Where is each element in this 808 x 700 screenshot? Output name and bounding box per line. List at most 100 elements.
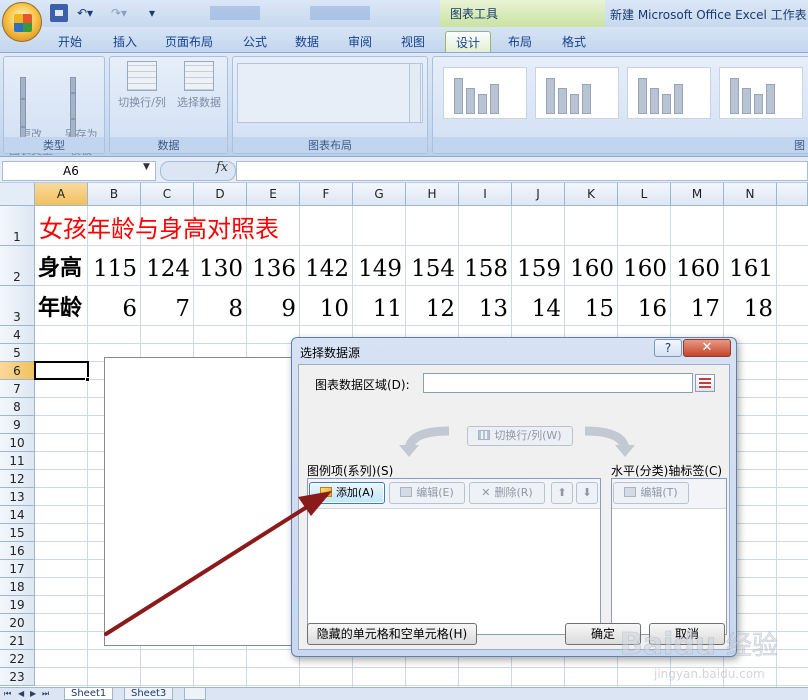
age-value-cell[interactable]: 7 (141, 296, 194, 322)
row-header-12[interactable]: 12 (0, 470, 35, 488)
tab-home[interactable]: 开始 (48, 31, 92, 52)
age-value-cell[interactable]: 10 (300, 296, 353, 322)
age-value-cell[interactable]: 8 (194, 296, 247, 322)
change-chart-type-button[interactable]: 更改 图表类型 (6, 61, 56, 157)
name-box-dropdown-icon[interactable]: ▼ (143, 162, 150, 172)
help-button[interactable]: ? (654, 339, 682, 357)
row-header-7[interactable]: 7 (0, 380, 35, 398)
move-down-icon[interactable]: ⬇ (576, 482, 598, 504)
sheet-tab-sheet3[interactable]: Sheet3 (124, 688, 174, 700)
row-header-6[interactable]: 6 (0, 362, 35, 380)
chart-layout-gallery-scroll[interactable] (409, 63, 421, 123)
row-header-4[interactable]: 4 (0, 326, 35, 344)
sheet-tab-sheet1[interactable]: Sheet1 (64, 688, 114, 700)
age-value-cell[interactable]: 13 (459, 296, 512, 322)
age-value-cell[interactable]: 17 (671, 296, 724, 322)
height-value-cell[interactable]: 159 (512, 256, 565, 282)
row-header-8[interactable]: 8 (0, 398, 35, 416)
height-value-cell[interactable]: 124 (141, 256, 194, 282)
tab-view[interactable]: 视图 (391, 31, 435, 52)
row-header-10[interactable]: 10 (0, 434, 35, 452)
age-value-cell[interactable]: 18 (724, 296, 777, 322)
switch-row-column-dialog-button[interactable]: 切换行/列(W) (467, 426, 573, 446)
height-value-cell[interactable]: 130 (194, 256, 247, 282)
column-header-d[interactable]: D (194, 183, 247, 206)
column-header-l[interactable]: L (618, 183, 671, 206)
save-icon[interactable] (50, 4, 68, 22)
chart-style-thumb[interactable] (535, 67, 619, 119)
add-series-button[interactable]: 添加(A) (309, 482, 385, 504)
select-data-button[interactable]: 选择数据 (172, 61, 226, 127)
close-button[interactable]: ✕ (683, 339, 731, 357)
select-all-corner[interactable] (0, 183, 35, 206)
height-value-cell[interactable]: 149 (353, 256, 406, 282)
row-header-19[interactable]: 19 (0, 596, 35, 614)
column-header-e[interactable]: E (247, 183, 300, 206)
column-header-f[interactable]: F (300, 183, 353, 206)
column-header-c[interactable]: C (141, 183, 194, 206)
row-header-23[interactable]: 23 (0, 668, 35, 686)
tab-review[interactable]: 审阅 (338, 31, 382, 52)
height-value-cell[interactable]: 161 (724, 256, 777, 282)
row-header-17[interactable]: 17 (0, 560, 35, 578)
redo-icon[interactable]: ↷▾ (106, 4, 132, 22)
tab-layout[interactable]: 布局 (498, 31, 542, 52)
edit-axis-labels-button[interactable]: 编辑(T) (613, 482, 689, 504)
age-value-cell[interactable]: 6 (88, 296, 141, 322)
height-value-cell[interactable]: 142 (300, 256, 353, 282)
insert-sheet-icon[interactable] (184, 688, 206, 700)
age-value-cell[interactable]: 11 (353, 296, 406, 322)
tab-insert[interactable]: 插入 (103, 31, 147, 52)
prev-sheet-icon[interactable]: ◀ (18, 689, 24, 698)
column-header-g[interactable]: G (353, 183, 406, 206)
height-row-label[interactable]: 身高 (38, 256, 91, 282)
customize-qat-icon[interactable]: ▾ (145, 4, 159, 22)
height-value-cell[interactable]: 136 (247, 256, 300, 282)
row-header-2[interactable]: 2 (0, 246, 35, 286)
fill-handle[interactable] (85, 377, 90, 382)
tab-design[interactable]: 设计 (445, 31, 491, 52)
chart-style-thumb[interactable] (627, 67, 711, 119)
row-header-14[interactable]: 14 (0, 506, 35, 524)
age-value-cell[interactable]: 15 (565, 296, 618, 322)
column-header-i[interactable]: I (459, 183, 512, 206)
formula-input[interactable] (236, 161, 808, 181)
undo-icon[interactable]: ↶▾ (72, 4, 98, 22)
row-header-1[interactable]: 1 (0, 206, 35, 246)
column-header-k[interactable]: K (565, 183, 618, 206)
age-row-label[interactable]: 年龄 (38, 296, 91, 322)
switch-row-column-button[interactable]: 切换行/列 (112, 61, 172, 127)
column-header-a[interactable]: A (35, 183, 88, 206)
insert-function-icon[interactable]: fx (216, 160, 228, 175)
row-header-11[interactable]: 11 (0, 452, 35, 470)
column-header-m[interactable]: M (671, 183, 724, 206)
row-header-21[interactable]: 21 (0, 632, 35, 650)
height-value-cell[interactable]: 160 (618, 256, 671, 282)
height-value-cell[interactable]: 158 (459, 256, 512, 282)
age-value-cell[interactable]: 9 (247, 296, 300, 322)
height-value-cell[interactable]: 154 (406, 256, 459, 282)
height-value-cell[interactable]: 115 (88, 256, 141, 282)
height-value-cell[interactable]: 160 (671, 256, 724, 282)
chart-layout-gallery[interactable] (237, 63, 423, 123)
first-sheet-icon[interactable]: ⏮ (4, 689, 11, 699)
row-header-22[interactable]: 22 (0, 650, 35, 668)
row-header-18[interactable]: 18 (0, 578, 35, 596)
tab-format[interactable]: 格式 (552, 31, 596, 52)
delete-series-button[interactable]: ✕ 删除(R) (469, 482, 545, 504)
save-as-template-button[interactable]: 另存为 模板 (56, 61, 106, 157)
row-header-5[interactable]: 5 (0, 344, 35, 362)
sheet-title-cell[interactable]: 女孩年龄与身高对照表 (39, 216, 459, 242)
chart-style-thumb[interactable] (719, 67, 803, 119)
age-value-cell[interactable]: 12 (406, 296, 459, 322)
name-box[interactable]: A6 (2, 161, 156, 181)
next-sheet-icon[interactable]: ▶ (30, 689, 36, 698)
row-header-20[interactable]: 20 (0, 614, 35, 632)
tab-formulas[interactable]: 公式 (233, 31, 277, 52)
tab-data[interactable]: 数据 (285, 31, 329, 52)
row-header-13[interactable]: 13 (0, 488, 35, 506)
column-header-h[interactable]: H (406, 183, 459, 206)
office-button[interactable] (2, 2, 42, 42)
height-value-cell[interactable]: 160 (565, 256, 618, 282)
column-header-n[interactable]: N (724, 183, 777, 206)
